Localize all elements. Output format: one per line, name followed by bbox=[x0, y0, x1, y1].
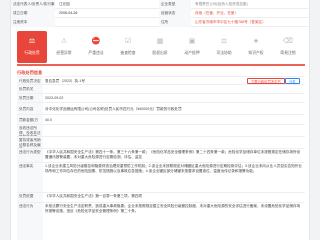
detail-row: 违法行为类型 《中华人民共和国安全生产法》第四十一条、第三十六条第一款；《危险化… bbox=[17, 148, 305, 162]
inspection-icon: ☑ bbox=[124, 38, 132, 45]
detail-row: 行政处罚决定书文号 鲁应急罚〔2023〕执-1号 下载行政处罚决定书 分享 bbox=[17, 76, 305, 89]
status-label: 经营状态 bbox=[159, 9, 191, 18]
tab-label: 行政处罚 bbox=[24, 51, 40, 55]
tab-mortgage[interactable]: ▣ 动产抵押 bbox=[177, 31, 207, 63]
penalty-icon: ⚖ bbox=[28, 38, 36, 45]
basic-info-table: 法定代表人/负责人/执行事务合伙人 江元如 企业类型 有限责任公司(自然人投资或… bbox=[11, 0, 311, 27]
tab-illegal[interactable]: ⛔ 严重违法 bbox=[81, 31, 111, 63]
tab-cancel[interactable]: ⌫ 简易注销 bbox=[273, 31, 303, 63]
info-row: 注册资本 住所 山东省济南市市中区七十路788号（鲁某区） bbox=[11, 18, 311, 27]
tab-label: 严重违法 bbox=[88, 51, 104, 55]
cancel-icon: ⌫ bbox=[283, 38, 293, 45]
tab-divider bbox=[17, 64, 305, 66]
legal-basis-value: 《中华人民共和国安全生产法》第一百零一条第三项、第四项 bbox=[45, 194, 143, 198]
info-row: 法定代表人/负责人/执行事务合伙人 江元如 企业类型 有限责任公司(自然人投资或… bbox=[11, 0, 311, 9]
basis-label: 违法行为类型 bbox=[17, 149, 43, 162]
legal-basis-label: 处罚依据 bbox=[17, 193, 43, 202]
tab-equity[interactable]: ▦ 股权出质 bbox=[145, 31, 175, 63]
company-detail-card: 法定代表人/负责人/执行事务合伙人 江元如 企业类型 有限责任公司(自然人投资或… bbox=[10, 0, 311, 240]
tab-label: 抽查检查 bbox=[120, 51, 136, 55]
tab-label: 动产抵押 bbox=[184, 51, 200, 55]
suspend-value bbox=[45, 137, 303, 139]
confiscate-value bbox=[45, 125, 303, 127]
detail-row: 罚款金额(万元) 40.0 bbox=[17, 114, 305, 130]
tab-label: 股权出质 bbox=[152, 51, 168, 55]
address-value: 山东省济南市市中区七十路788号（鲁某区） bbox=[195, 20, 266, 24]
date-label: 处罚日期 bbox=[17, 94, 43, 102]
capital-label: 注册资本 bbox=[11, 18, 55, 27]
info-row: 成立日期 2006-04-26 经营状态 存续（在营、开业、在册） bbox=[11, 9, 311, 18]
company-type-label: 企业类型 bbox=[159, 0, 191, 9]
detail-row: 违法事实 1.该企业未建立风险分级管控和隐患排查治理双重预防工作机制；2.该企业… bbox=[17, 162, 305, 192]
tab-ip[interactable]: ★ 知识产权 bbox=[241, 31, 271, 63]
tab-label: 经营异常 bbox=[56, 51, 72, 55]
content-label: 处罚内容 bbox=[17, 103, 43, 114]
authority-value bbox=[45, 85, 303, 87]
status-value: 存续（在营、开业、在册） bbox=[195, 11, 239, 15]
violation-label: 违法行为 bbox=[17, 203, 43, 240]
facts-label: 违法事实 bbox=[17, 163, 43, 192]
suspend-label: 暂扣或者吊销证照名称及编号 bbox=[17, 137, 43, 151]
basis-value: 《中华人民共和国安全生产法》第四十一条、第三十六条第一款；《危险化学品安全管理条… bbox=[45, 150, 301, 159]
authority-label: 处罚机关 bbox=[17, 85, 43, 93]
address-label: 住所 bbox=[159, 18, 191, 27]
tab-label: 知识产权 bbox=[248, 51, 264, 55]
detail-row: 没收违法所得、没收非法财物的金额(万元) bbox=[17, 124, 305, 144]
mortgage-icon: ▣ bbox=[188, 38, 196, 45]
info-tabs: ⚖ 行政处罚 ⚠ 经营异常 ⛔ 严重违法 ☑ 抽查检查 ▦ 股权出质 ▣ 动产抵… bbox=[11, 28, 311, 65]
detail-row: 处罚依据 《中华人民共和国安全生产法》第一百零一条第三项、第四项 bbox=[17, 192, 305, 202]
illegal-icon: ⛔ bbox=[91, 38, 101, 45]
capital-value bbox=[57, 18, 157, 27]
tab-label: 简易注销 bbox=[280, 51, 296, 55]
ip-icon: ★ bbox=[252, 38, 260, 45]
established-label: 成立日期 bbox=[11, 9, 55, 18]
legal-rep-value: 江元如 bbox=[59, 2, 70, 6]
equity-icon: ▦ bbox=[156, 38, 164, 45]
tab-inspection[interactable]: ☑ 抽查检查 bbox=[113, 31, 143, 63]
detail-row: 处罚内容 对中化化学品储运有限公司(公司名称)处罚人民币四万元（¥40000元）… bbox=[17, 102, 305, 114]
tab-penalty[interactable]: ⚖ 行政处罚 bbox=[17, 31, 47, 63]
legal-rep-label: 法定代表人/负责人/执行事务合伙人 bbox=[11, 0, 55, 9]
confiscate-label: 没收违法所得、没收非法财物的金额(万元) bbox=[17, 125, 43, 144]
tab-abnormal[interactable]: ⚠ 经营异常 bbox=[49, 31, 79, 63]
abnormal-icon: ⚠ bbox=[60, 38, 68, 45]
company-type-value: 有限责任公司(自然人投资或控股) bbox=[195, 2, 248, 6]
violation-value: 未依法履行安全生产法定职责，造成重大事故隐患；企业未按照规定建立安全风险分级管控… bbox=[45, 204, 301, 213]
detail-row: 暂扣或者吊销证照名称及编号 bbox=[17, 136, 305, 151]
facts-value: 1.该企业未建立风险分级管控和隐患排查治理双重预防工作机制；2.该企业未按照规定… bbox=[45, 164, 302, 173]
fine-label: 罚款金额(万元) bbox=[17, 115, 43, 130]
tab-judicial[interactable]: ⚖ 司法协助 bbox=[209, 31, 239, 63]
established-value: 2006-04-26 bbox=[59, 11, 78, 15]
detail-row: 违法行为 未依法履行安全生产法定职责，造成重大事故隐患；企业未按照规定建立安全风… bbox=[17, 202, 305, 240]
tab-label: 司法协助 bbox=[216, 51, 232, 55]
detail-row: 处罚日期 2023-09-02 bbox=[17, 93, 305, 102]
judicial-icon: ⚖ bbox=[220, 38, 228, 45]
detail-row: 处罚机关 bbox=[17, 84, 305, 93]
doc-no-label: 行政处罚决定书文号 bbox=[17, 77, 43, 89]
